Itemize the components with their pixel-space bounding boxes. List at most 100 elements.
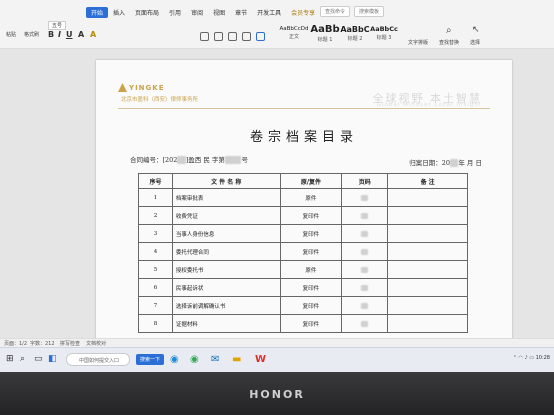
italic-icon[interactable]: I — [58, 30, 61, 39]
page-range: 00 — [341, 260, 389, 279]
remarks — [387, 224, 468, 243]
tab-home[interactable]: 开始 — [86, 7, 109, 18]
remarks — [387, 260, 468, 279]
contract-no-mid: ]盈西 民 字第 — [185, 156, 225, 164]
table-row: 2 收费凭证 复印件 00 — [138, 206, 468, 225]
contract-no-label: 合同编号： — [130, 156, 163, 164]
taskbar-search-button[interactable]: 搜索一下 — [136, 354, 165, 365]
highlight-icon[interactable]: A — [90, 30, 96, 39]
file-type: 复印件 — [279, 296, 343, 315]
menu-bar: 开始 插入 页面布局 引用 审阅 视图 章节 开发工具 会员专享 — [0, 6, 554, 19]
file-explorer-icon[interactable]: ▬ — [232, 354, 241, 365]
tab-developer[interactable]: 开发工具 — [252, 7, 286, 18]
column-header: 备 注 — [387, 173, 468, 189]
style-normal[interactable]: AaBbCcDd 正文 — [280, 22, 309, 44]
mail-icon[interactable]: ✉ — [211, 354, 219, 365]
wps-writer-icon[interactable]: W — [255, 354, 266, 365]
command-search-input[interactable]: 查找命令 — [319, 6, 350, 17]
page-range: 00 — [341, 314, 389, 333]
tab-member[interactable]: 会员专享 — [286, 7, 320, 18]
tray-chevron-icon[interactable]: ⌃ — [513, 355, 517, 361]
taskbar-search-icon[interactable]: ⌕ — [20, 354, 25, 364]
system-tray: ⌃ ◠ ♪ ▭ 10:28 — [513, 355, 550, 361]
style-heading-3-sample: AaBbCc — [370, 25, 398, 33]
text-tools-button[interactable]: 文字排版 — [408, 39, 428, 46]
style-heading-1[interactable]: AaBb 标题 1 — [310, 22, 340, 44]
table-row: 5 授权委托书 原件 00 — [138, 260, 468, 279]
bold-icon[interactable]: B — [48, 30, 54, 39]
tab-references[interactable]: 引用 — [164, 7, 186, 18]
redacted-number: 0000 — [224, 156, 242, 164]
file-name: 档案审批表 — [171, 188, 281, 207]
browser-icon[interactable]: ◉ — [190, 354, 199, 365]
page-range: 00 — [341, 224, 389, 243]
start-icon[interactable]: ⊞ — [6, 354, 14, 364]
page-indicator[interactable]: 页面：1/2 — [4, 340, 27, 347]
tab-sections[interactable]: 章节 — [230, 7, 252, 18]
tab-view[interactable]: 视图 — [208, 7, 230, 18]
proofread-toggle[interactable]: 文档校对 — [86, 340, 106, 347]
tab-review[interactable]: 审阅 — [186, 7, 208, 18]
paragraph-icon[interactable] — [256, 32, 265, 41]
task-view-icon[interactable]: ▭ — [34, 354, 43, 364]
table-row: 3 当事人身份信息 复印件 00 — [138, 224, 468, 243]
select-button[interactable]: 选择 — [470, 39, 480, 46]
redacted-year: 00 — [177, 156, 186, 164]
format-painter-button[interactable]: 格式刷 — [24, 31, 39, 38]
file-name: 当事人身份信息 — [171, 224, 281, 243]
cursor-icon[interactable]: ↖ — [472, 25, 480, 35]
align-center-icon[interactable] — [214, 32, 223, 41]
row-number: 1 — [138, 188, 173, 207]
taskbar: ⊞ ⌕ ▭ ◧ 中国如何提交入口 搜索一下 ◉ ◉ ✉ ▬ W ⌃ ◠ ♪ ▭ … — [0, 347, 554, 372]
word-count[interactable]: 字数：212 — [30, 340, 55, 347]
style-heading-2[interactable]: AaBbC 标题 2 — [340, 22, 370, 44]
tab-insert[interactable]: 插入 — [108, 7, 130, 18]
style-heading-3[interactable]: AaBbCc 标题 3 — [370, 22, 398, 44]
battery-icon[interactable]: ▭ — [529, 355, 534, 361]
justify-icon[interactable] — [242, 32, 251, 41]
wifi-icon[interactable]: ◠ — [518, 355, 522, 361]
document-page[interactable]: YINGKE 北京市盈科（西安）律师事务所 全球视野 本土智慧 Global M… — [96, 60, 512, 345]
find-replace-button[interactable]: 查找替换 — [439, 39, 459, 46]
style-heading-1-name: 标题 1 — [317, 36, 333, 43]
file-name: 授权委托书 — [171, 260, 281, 279]
table-row: 4 委托代理合同 复印件 00 — [138, 242, 468, 261]
page-range: 00 — [341, 296, 389, 315]
table-row: 1 档案审批表 原件 00 — [138, 188, 468, 207]
align-right-icon[interactable] — [228, 32, 237, 41]
taskbar-search-input[interactable]: 中国如何提交入口 — [66, 353, 130, 366]
page-range: 00 — [341, 188, 389, 207]
row-number: 4 — [138, 242, 173, 261]
volume-icon[interactable]: ♪ — [524, 355, 527, 361]
align-left-icon[interactable] — [200, 32, 209, 41]
edge-browser-icon[interactable]: ◉ — [170, 354, 179, 365]
remarks — [387, 278, 468, 297]
column-header: 序号 — [138, 173, 173, 189]
template-search-input[interactable]: 搜索模板 — [353, 6, 384, 17]
file-type: 复印件 — [279, 206, 343, 225]
search-icon[interactable]: ⌕ — [446, 25, 452, 36]
filing-date-label: 归案日期：20 — [409, 159, 451, 167]
underline-icon[interactable]: U — [66, 30, 73, 39]
ribbon-toolbar: 粘贴 格式刷 五号 B I U A A AaBbCcDd 正文 AaBb 标题 … — [0, 19, 554, 49]
clock-time[interactable]: 10:28 — [536, 355, 550, 361]
widgets-icon[interactable]: ◧ — [48, 354, 57, 364]
file-type: 复印件 — [279, 242, 343, 261]
table-row: 6 民事起诉状 复印件 00 — [138, 278, 468, 297]
row-number: 8 — [138, 314, 173, 333]
contract-no-prefix: [202 — [162, 156, 178, 164]
font-size-select[interactable]: 五号 — [48, 21, 67, 30]
row-number: 6 — [138, 278, 173, 297]
file-name: 委托代理合同 — [171, 242, 281, 261]
row-number: 5 — [138, 260, 173, 279]
contract-number: 合同编号：[20200]盈西 民 字第0000号 — [130, 154, 248, 164]
file-type: 复印件 — [279, 314, 343, 333]
tab-page-layout[interactable]: 页面布局 — [130, 7, 164, 18]
page-range: 00 — [341, 206, 389, 225]
paste-button[interactable]: 粘贴 — [6, 31, 16, 38]
font-color-icon[interactable]: A — [78, 30, 84, 39]
file-type: 原件 — [279, 260, 343, 279]
redacted-date: 00 — [450, 159, 459, 167]
style-heading-3-name: 标题 3 — [376, 35, 392, 41]
spell-check-toggle[interactable]: 拼写检查 — [60, 340, 80, 347]
